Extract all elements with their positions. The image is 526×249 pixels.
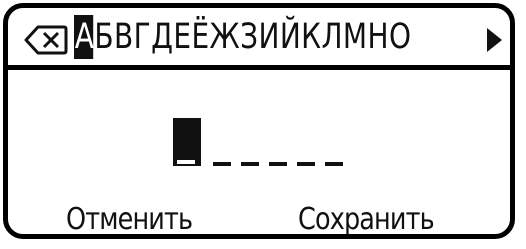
alphabet-bar: АБВГДЕЁЖЗИЙКЛМНО: [8, 8, 510, 70]
cancel-button[interactable]: Отменить: [66, 200, 193, 234]
letter-key[interactable]: Д: [150, 15, 173, 59]
letter-key[interactable]: Е: [173, 15, 191, 59]
letter-key[interactable]: В: [113, 15, 133, 59]
letter-key[interactable]: О: [388, 15, 411, 59]
letter-key[interactable]: Г: [133, 15, 151, 59]
letter-list: АБВГДЕЁЖЗИЙКЛМНО: [74, 14, 411, 60]
empty-slot: [325, 162, 343, 166]
letter-key[interactable]: З: [239, 15, 258, 59]
empty-slot: [269, 162, 287, 166]
letter-key[interactable]: Б: [94, 15, 113, 59]
empty-slot: [213, 162, 231, 166]
letter-key[interactable]: Л: [321, 15, 342, 59]
letter-key[interactable]: Н: [367, 15, 388, 59]
backspace-icon[interactable]: [24, 24, 68, 56]
code-entry: [173, 118, 373, 168]
cursor-slot: [173, 118, 201, 166]
letter-key[interactable]: И: [258, 15, 279, 59]
empty-slot: [297, 162, 315, 166]
letter-key[interactable]: М: [342, 15, 367, 59]
device-screen: АБВГДЕЁЖЗИЙКЛМНО Отменить Сохранить: [3, 3, 515, 239]
save-button[interactable]: Сохранить: [298, 200, 435, 234]
letter-key[interactable]: А: [74, 15, 94, 59]
letter-key[interactable]: К: [300, 15, 321, 59]
letter-key[interactable]: Й: [279, 15, 301, 59]
letter-key[interactable]: Ж: [209, 15, 240, 59]
arrow-right-icon[interactable]: [487, 28, 502, 52]
empty-slot: [241, 162, 259, 166]
letter-key[interactable]: Ё: [191, 15, 209, 59]
